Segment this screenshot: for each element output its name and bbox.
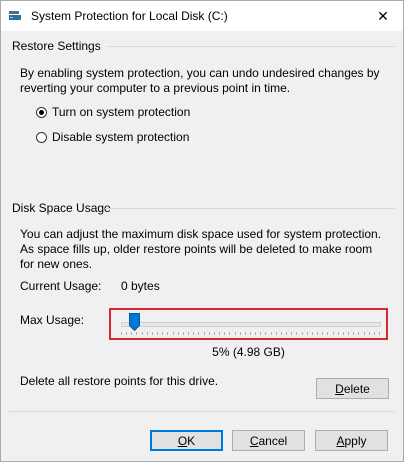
current-usage-value: 0 bytes: [121, 279, 160, 293]
slider-tick: [188, 332, 190, 335]
radio-button-unselected[interactable]: [36, 131, 47, 143]
footer-divider: [9, 411, 395, 412]
slider-tick: [239, 332, 241, 335]
current-usage-label: Current Usage:: [20, 279, 102, 293]
max-usage-readout: 5% (4.98 GB): [212, 345, 285, 359]
slider-tick: [146, 332, 148, 335]
radio-button-selected[interactable]: [36, 106, 47, 118]
max-usage-slider-thumb[interactable]: [128, 313, 140, 332]
slider-tick: [136, 332, 138, 335]
max-usage-slider-ticks: [121, 332, 380, 335]
disk-space-divider: [105, 208, 395, 209]
system-protection-dialog: System Protection for Local Disk (C:) ✕ …: [0, 0, 404, 462]
turn-on-protection-radio[interactable]: Turn on system protection: [36, 105, 190, 119]
slider-tick: [193, 332, 195, 335]
slider-tick: [353, 332, 355, 335]
slider-tick: [131, 332, 133, 335]
slider-tick: [342, 332, 344, 335]
slider-tick: [224, 332, 226, 335]
slider-tick: [203, 332, 205, 335]
max-usage-slider-track[interactable]: [121, 322, 381, 327]
ok-button[interactable]: OK: [150, 430, 223, 451]
slider-tick: [358, 332, 360, 335]
restore-settings-description: By enabling system protection, you can u…: [20, 66, 380, 95]
disable-protection-radio[interactable]: Disable system protection: [36, 130, 189, 144]
slider-tick: [275, 332, 277, 335]
slider-tick: [265, 332, 267, 335]
disable-protection-label: Disable system protection: [52, 130, 190, 144]
close-icon: ✕: [377, 7, 389, 24]
slider-tick: [172, 332, 174, 335]
slider-tick: [373, 332, 375, 335]
slider-tick: [327, 332, 329, 335]
turn-on-protection-label: Turn on system protection: [52, 105, 191, 119]
title-bar: System Protection for Local Disk (C:) ✕: [1, 1, 403, 31]
slider-tick: [270, 332, 272, 335]
slider-tick: [208, 332, 210, 335]
slider-tick: [229, 332, 231, 335]
slider-tick: [301, 332, 303, 335]
slider-tick: [317, 332, 319, 335]
slider-tick: [311, 332, 313, 335]
slider-tick: [213, 332, 215, 335]
slider-tick: [250, 332, 251, 335]
slider-tick: [260, 332, 262, 335]
slider-tick: [348, 332, 350, 335]
delete-restore-points-text: Delete all restore points for this drive…: [20, 374, 219, 388]
slider-tick: [244, 332, 246, 335]
slider-tick: [368, 332, 370, 335]
slider-tick: [141, 332, 143, 335]
slider-tick: [167, 332, 169, 335]
slider-tick: [182, 332, 184, 335]
slider-tick: [286, 332, 288, 335]
max-usage-label: Max Usage:: [20, 313, 85, 327]
slider-tick: [306, 332, 308, 335]
slider-tick: [363, 332, 365, 335]
slider-tick: [177, 332, 179, 335]
slider-tick: [379, 332, 380, 335]
slider-tick: [337, 332, 339, 335]
disk-space-description: You can adjust the maximum disk space us…: [20, 227, 382, 271]
restore-settings-header: Restore Settings: [12, 39, 101, 53]
close-button[interactable]: ✕: [363, 1, 403, 31]
apply-button[interactable]: Apply: [315, 430, 388, 451]
slider-tick: [126, 332, 128, 335]
delete-button[interactable]: Delete: [316, 378, 389, 399]
slider-tick: [234, 332, 236, 335]
disk-space-usage-header: Disk Space Usage: [12, 201, 111, 215]
restore-settings-divider: [107, 46, 395, 47]
slider-tick: [291, 332, 293, 335]
slider-tick: [296, 332, 298, 335]
slider-tick: [255, 332, 257, 335]
slider-tick: [219, 332, 221, 335]
slider-tick: [151, 332, 153, 335]
slider-tick: [322, 332, 324, 335]
cancel-button[interactable]: Cancel: [232, 430, 305, 451]
slider-tick: [157, 332, 159, 335]
slider-tick: [121, 332, 122, 335]
max-usage-slider-highlight: [109, 308, 388, 340]
window-title: System Protection for Local Disk (C:): [31, 9, 228, 23]
slider-tick: [332, 332, 334, 335]
slider-tick: [162, 332, 164, 335]
slider-tick: [198, 332, 200, 335]
system-protection-icon: [8, 9, 22, 23]
slider-tick: [280, 332, 282, 335]
